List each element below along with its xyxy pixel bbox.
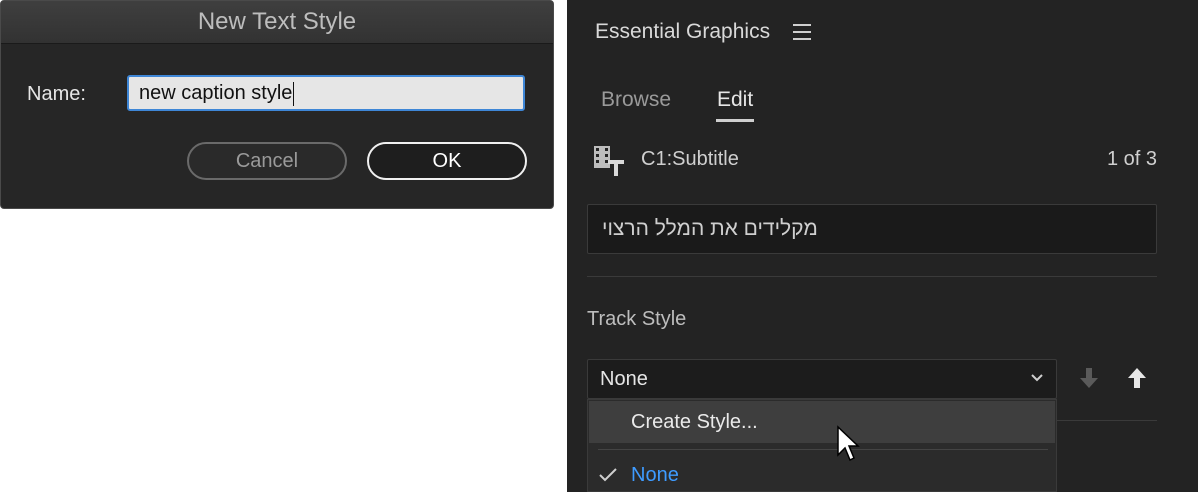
- caption-text: מקלידים את המלל הרצוי: [602, 217, 818, 240]
- clip-count: 1 of 3: [1106, 148, 1157, 170]
- track-style-dropdown-menu: Create Style... None: [587, 399, 1057, 492]
- dialog-title: New Text Style: [1, 1, 553, 44]
- panel-title: Essential Graphics: [595, 20, 771, 43]
- new-text-style-dialog: New Text Style Name: new caption style C…: [0, 0, 554, 209]
- menu-item-none-label: None: [631, 464, 679, 486]
- name-label: Name:: [27, 83, 86, 105]
- chevron-down-icon: [1031, 374, 1043, 382]
- name-input-value: new caption style: [139, 82, 293, 104]
- tab-browse[interactable]: Browse: [601, 88, 671, 112]
- text-caret: [293, 81, 295, 106]
- push-style-up-icon[interactable]: [1127, 367, 1147, 389]
- clip-name: C1:Subtitle: [641, 148, 739, 170]
- push-style-down-icon[interactable]: [1079, 367, 1099, 389]
- caption-clip-icon: [594, 146, 624, 176]
- menu-item-create-style[interactable]: Create Style...: [589, 401, 1055, 443]
- name-input[interactable]: new caption style: [127, 75, 525, 111]
- track-style-select[interactable]: None: [587, 359, 1057, 399]
- menu-separator: [598, 449, 1048, 450]
- hamburger-menu-icon[interactable]: [793, 24, 811, 40]
- track-style-label: Track Style: [587, 308, 687, 330]
- tab-edit[interactable]: Edit: [717, 88, 753, 112]
- essential-graphics-panel: Essential Graphics Browse Edit C1:Subtit…: [567, 0, 1198, 492]
- mouse-pointer-icon: [837, 425, 860, 462]
- active-tab-underline: [716, 119, 754, 122]
- checkmark-icon: [599, 468, 617, 482]
- ok-button[interactable]: OK: [367, 142, 527, 180]
- cancel-button[interactable]: Cancel: [187, 142, 347, 180]
- section-divider-right: [1057, 420, 1157, 421]
- menu-item-none[interactable]: None: [589, 455, 1055, 492]
- section-divider: [587, 276, 1157, 277]
- track-style-value: None: [600, 368, 648, 390]
- caption-text-field[interactable]: מקלידים את המלל הרצוי: [587, 204, 1157, 254]
